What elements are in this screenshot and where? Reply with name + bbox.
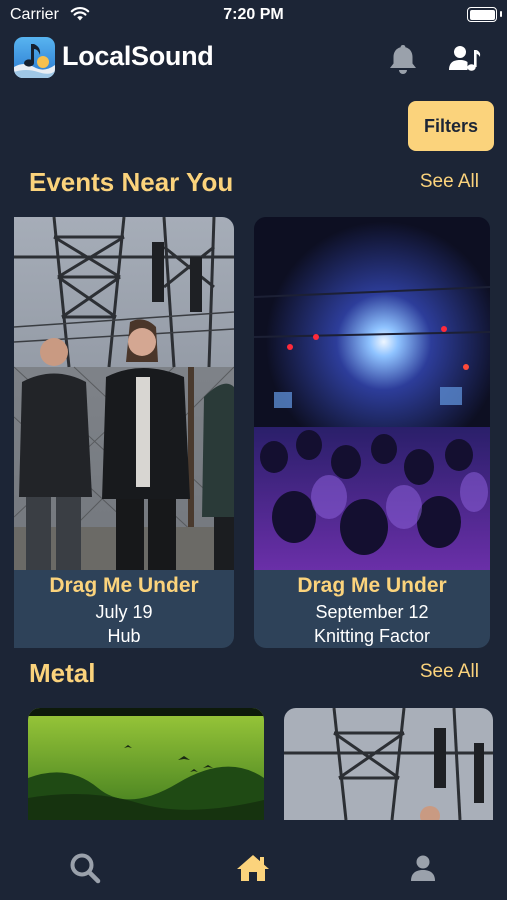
status-bar: Carrier 7:20 PM xyxy=(0,0,507,32)
search-icon xyxy=(70,853,101,884)
events-see-all-link[interactable]: See All xyxy=(420,171,479,193)
band-photo xyxy=(14,217,234,570)
home-icon xyxy=(237,855,269,881)
tab-bar xyxy=(0,820,507,900)
event-info: Drag Me Under July 19 Hub xyxy=(14,570,234,648)
metal-see-all-link[interactable]: See All xyxy=(420,661,479,683)
app-title: LocalSound xyxy=(62,41,214,71)
album-art xyxy=(28,708,264,820)
metal-card[interactable] xyxy=(28,708,264,820)
event-date: July 19 xyxy=(95,602,153,622)
battery-tip xyxy=(500,11,502,17)
clock: 7:20 PM xyxy=(223,6,284,23)
metal-card[interactable] xyxy=(284,708,493,820)
event-venue: Knitting Factor xyxy=(313,626,431,646)
battery-icon xyxy=(467,7,497,22)
concert-photo xyxy=(254,217,490,570)
event-date: September 12 xyxy=(315,602,429,622)
event-info: Drag Me Under September 12 Knitting Fact… xyxy=(254,570,490,648)
metal-section-title: Metal xyxy=(29,658,96,688)
event-name: Drag Me Under xyxy=(49,574,199,597)
app-logo xyxy=(14,37,55,78)
event-card[interactable]: Drag Me Under September 12 Knitting Fact… xyxy=(254,217,490,648)
event-venue: Hub xyxy=(107,626,141,646)
band-photo xyxy=(284,708,493,820)
event-name: Drag Me Under xyxy=(297,574,447,597)
user-music-icon[interactable] xyxy=(449,44,481,74)
events-section-title: Events Near You xyxy=(29,167,234,197)
tab-profile[interactable] xyxy=(405,850,441,886)
person-icon xyxy=(411,855,435,881)
tab-search[interactable] xyxy=(67,850,103,886)
tab-home[interactable] xyxy=(235,850,271,886)
bell-icon[interactable] xyxy=(386,42,420,76)
event-card[interactable]: Drag Me Under July 19 Hub xyxy=(14,217,234,648)
filters-button[interactable]: Filters xyxy=(408,101,494,151)
